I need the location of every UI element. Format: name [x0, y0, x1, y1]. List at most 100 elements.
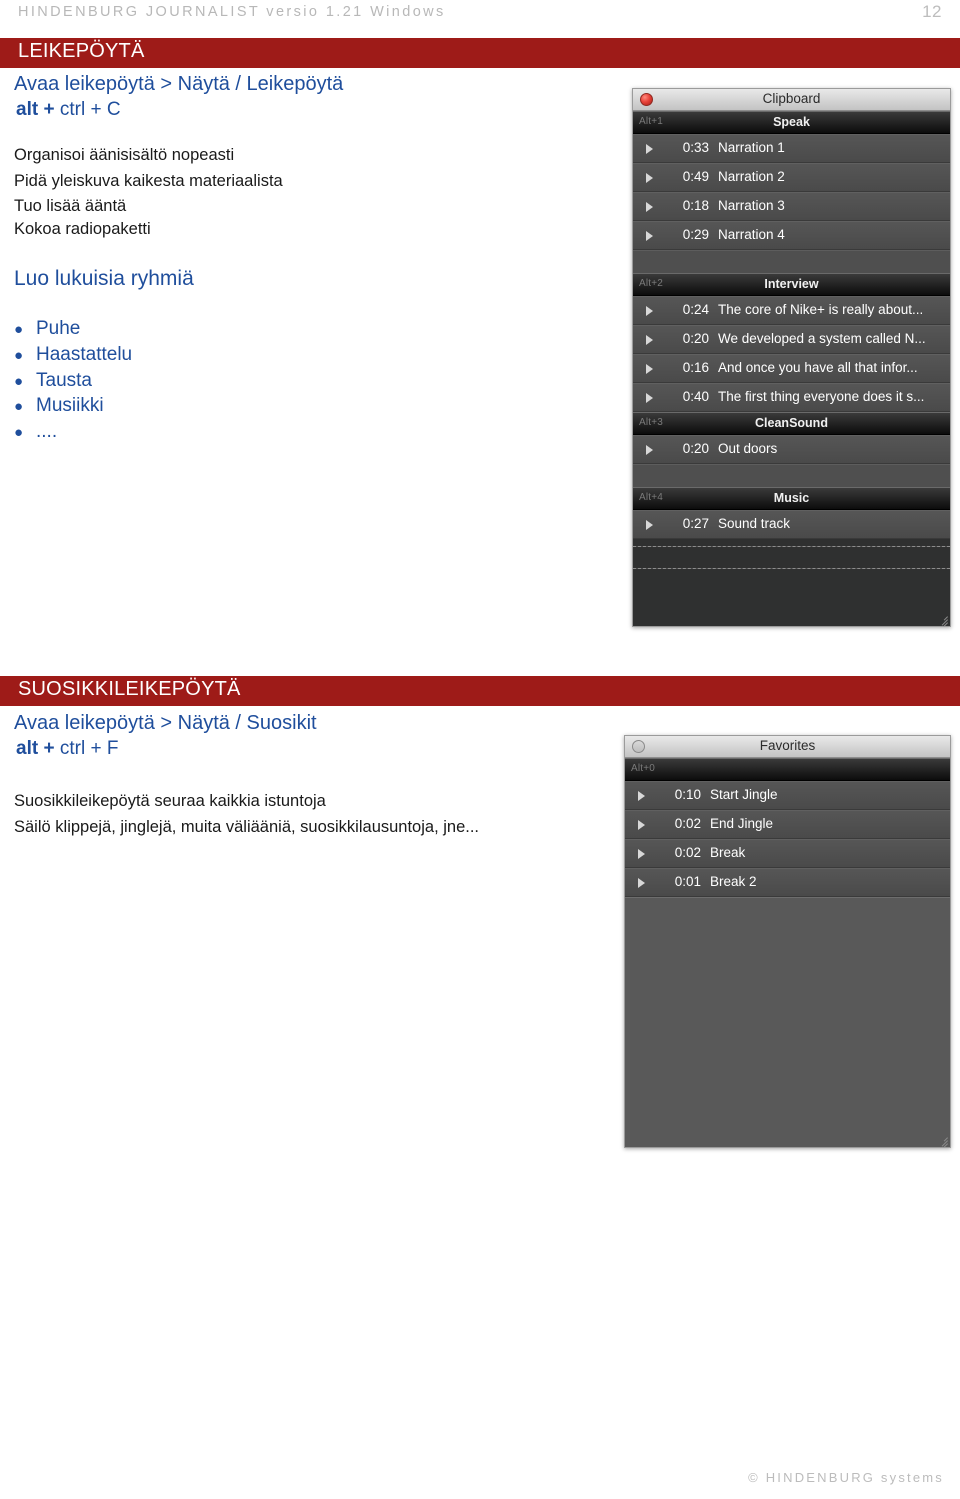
list-item-label: .... [36, 421, 58, 442]
section-banner-favorites: SUOSIKKILEIKEPÖYTÄ [0, 676, 960, 706]
clip-row[interactable]: 0:49 Narration 2 [633, 163, 950, 192]
clip-duration: 0:20 [682, 441, 709, 456]
clip-row[interactable]: 0:10 Start Jingle [625, 781, 950, 810]
clip-row[interactable]: 0:20 We developed a system called N... [633, 325, 950, 354]
clip-duration: 0:27 [682, 516, 709, 531]
favorites-titlebar[interactable]: Favorites [625, 736, 950, 758]
shortcut-key-ctrl: ctrl [59, 738, 86, 759]
clip-duration: 0:01 [674, 874, 701, 889]
favorites-panel[interactable]: Favorites Alt+0 0:10 Start Jingle 0:02 E… [624, 735, 951, 1148]
clip-duration: 0:33 [682, 140, 709, 155]
clip-duration: 0:20 [682, 331, 709, 346]
group-drop-area[interactable] [633, 250, 950, 273]
play-icon[interactable] [646, 202, 653, 212]
resize-handle[interactable] [936, 1133, 948, 1147]
body-line: Pidä yleiskuva kaikesta materiaalista [14, 172, 283, 190]
group-hotkey-label: Alt+0 [631, 763, 656, 774]
clip-label: The first thing everyone does it s... [718, 389, 925, 404]
sub-heading-groups: Luo lukuisia ryhmiä [14, 267, 194, 290]
clip-label: And once you have all that infor... [718, 360, 918, 375]
clip-row[interactable]: 0:01 Break 2 [625, 868, 950, 897]
play-icon[interactable] [646, 173, 653, 183]
favorites-panel-title: Favorites [759, 738, 816, 753]
clip-duration: 0:10 [674, 787, 701, 802]
document-title: HINDENBURG JOURNALIST versio 1.21 Window… [18, 4, 446, 20]
body-line: Organisoi äänisisältö nopeasti [14, 146, 235, 164]
section-banner-clipboard: LEIKEPÖYTÄ [0, 38, 960, 68]
clip-row[interactable]: 0:02 End Jingle [625, 810, 950, 839]
menu-path-clipboard: Avaa leikepöytä > Näytä / Leikepöytä [14, 73, 344, 95]
shortcut-key-ctrl: ctrl [59, 99, 86, 120]
group-name-label: Interview [764, 277, 819, 291]
list-item-label: Tausta [36, 370, 92, 391]
clip-duration: 0:40 [682, 389, 709, 404]
play-icon[interactable] [646, 144, 653, 154]
clip-row[interactable]: 0:02 Break [625, 839, 950, 868]
menu-path-favorites: Avaa leikepöytä > Näytä / Suosikit [14, 712, 317, 734]
clipboard-titlebar[interactable]: Clipboard [633, 89, 950, 111]
clip-row[interactable]: 0:16 And once you have all that infor... [633, 354, 950, 383]
clip-row[interactable]: 0:24 The core of Nike+ is really about..… [633, 296, 950, 325]
clipboard-empty-area[interactable] [633, 569, 950, 626]
clipboard-group-header[interactable]: Alt+3 CleanSound [633, 412, 950, 435]
list-item-label: Musiikki [36, 395, 104, 416]
play-icon[interactable] [646, 364, 653, 374]
clip-duration: 0:02 [674, 845, 701, 860]
list-item: ● Tausta [14, 370, 92, 392]
play-icon[interactable] [646, 445, 653, 455]
clip-row[interactable]: 0:20 Out doors [633, 435, 950, 464]
play-icon[interactable] [646, 520, 653, 530]
shortcut-key-alt: alt [16, 99, 39, 120]
clipboard-panel-title: Clipboard [762, 91, 821, 106]
shortcut-clipboard: alt + ctrl + C [16, 99, 121, 121]
shortcut-key-alt: alt [16, 738, 39, 759]
bullet-icon: ● [14, 372, 24, 390]
clip-row[interactable]: 0:27 Sound track [633, 510, 950, 539]
group-drop-area[interactable] [633, 464, 950, 487]
clip-row[interactable]: 0:29 Narration 4 [633, 221, 950, 250]
shortcut-plus-1: + [43, 738, 55, 759]
clip-label: Break 2 [710, 874, 757, 889]
page-footer-copyright: © HINDENBURG systems [748, 1470, 944, 1485]
shortcut-key-letter: F [106, 738, 119, 759]
clip-row[interactable]: 0:40 The first thing everyone does it s.… [633, 383, 950, 412]
shortcut-plus-1: + [43, 99, 55, 120]
play-icon[interactable] [646, 231, 653, 241]
clip-label: Narration 3 [718, 198, 785, 213]
clip-label: Narration 2 [718, 169, 785, 184]
clip-row[interactable]: 0:18 Narration 3 [633, 192, 950, 221]
list-item: ● Haastattelu [14, 344, 132, 366]
play-icon[interactable] [638, 849, 645, 859]
clipboard-group-header[interactable]: Alt+2 Interview [633, 273, 950, 296]
clip-label: We developed a system called N... [718, 331, 926, 346]
clipboard-empty-area[interactable] [633, 547, 950, 568]
clip-duration: 0:16 [682, 360, 709, 375]
play-icon[interactable] [638, 820, 645, 830]
clip-duration: 0:18 [682, 198, 709, 213]
clip-label: Sound track [718, 516, 791, 531]
clipboard-group-header[interactable]: Alt+1 Speak [633, 111, 950, 134]
list-item: ● Musiikki [14, 395, 104, 417]
resize-handle[interactable] [936, 612, 948, 626]
favorites-empty-area[interactable] [625, 897, 950, 1147]
page-number: 12 [922, 2, 942, 21]
clip-row[interactable]: 0:33 Narration 1 [633, 134, 950, 163]
play-icon[interactable] [646, 335, 653, 345]
body-line: Suosikkileikepöytä seuraa kaikkia istunt… [14, 792, 326, 810]
body-line: Säilö klippejä, jinglejä, muita väliääni… [14, 818, 480, 836]
clip-label: Out doors [718, 441, 778, 456]
play-icon[interactable] [646, 393, 653, 403]
play-icon[interactable] [638, 878, 645, 888]
clipboard-group-header[interactable]: Alt+4 Music [633, 487, 950, 510]
clip-duration: 0:02 [674, 816, 701, 831]
play-icon[interactable] [646, 306, 653, 316]
shortcut-plus-2: + [90, 738, 102, 759]
list-item: ●.... [14, 421, 57, 443]
clipboard-empty-area[interactable] [633, 539, 950, 546]
favorites-group-header[interactable]: Alt+0 [625, 758, 950, 781]
shortcut-favorites: alt + ctrl + F [16, 738, 118, 760]
play-icon[interactable] [638, 791, 645, 801]
clipboard-panel[interactable]: Clipboard Alt+1 Speak 0:33 Narration 1 0… [632, 88, 951, 627]
body-line: Kokoa radiopaketti [14, 220, 151, 238]
list-item: ● Puhe [14, 318, 80, 340]
